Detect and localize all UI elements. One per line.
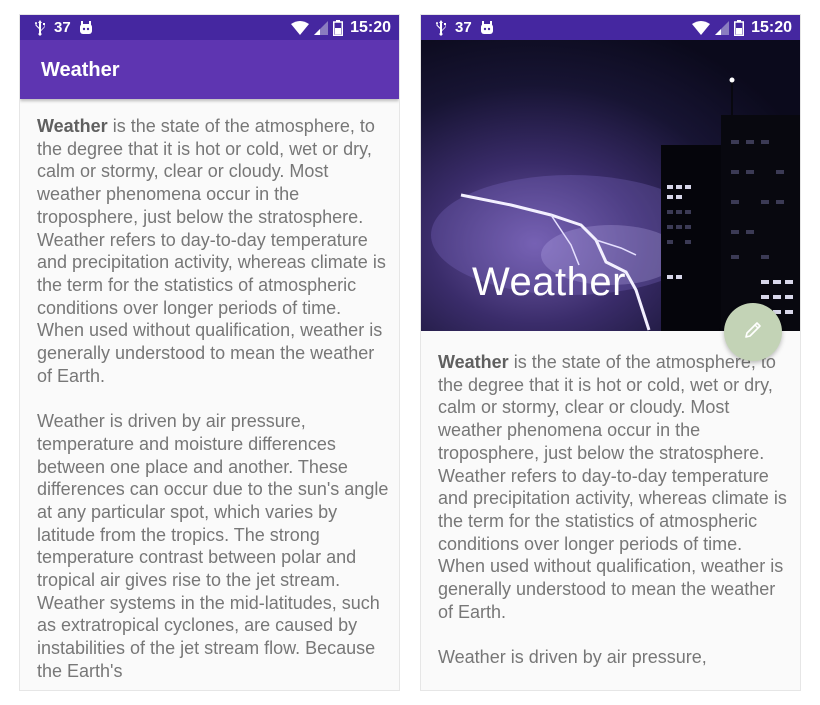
article-paragraph-text: is the state of the atmosphere, to the d… <box>37 116 386 386</box>
status-bar: 37 15:20 <box>20 15 399 40</box>
battery-icon <box>734 19 745 36</box>
clock: 15:20 <box>751 18 792 36</box>
notification-count: 37 <box>455 19 472 36</box>
article-paragraph: Weather is the state of the atmosphere, … <box>37 115 389 387</box>
header-image-lightning-storm: Weather <box>421 40 800 331</box>
hero-title: Weather <box>472 260 626 304</box>
android-icon <box>79 21 93 34</box>
usb-icon <box>34 19 46 36</box>
cell-signal-icon <box>715 20 730 35</box>
article-paragraph: Weather is the state of the atmosphere, … <box>438 351 790 623</box>
article-paragraph-text: is the state of the atmosphere, to the d… <box>438 352 787 622</box>
phone-screen-toolbar-variant: 37 15:20 Weather Weather is the state of… <box>20 15 399 690</box>
article-paragraph: Weather is driven by air pressure, <box>438 647 707 668</box>
phone-screen-collapsing-header-variant: 37 15:20 Weather Weather is the state of… <box>421 15 800 690</box>
article-paragraph: Weather is driven by air pressure, tempe… <box>37 411 389 681</box>
edit-fab[interactable] <box>724 303 782 361</box>
article-term: Weather <box>37 116 108 136</box>
notification-count: 37 <box>54 19 71 36</box>
pencil-icon <box>742 319 764 346</box>
wifi-icon <box>291 20 310 35</box>
cell-signal-icon <box>314 20 329 35</box>
clock: 15:20 <box>350 18 391 36</box>
article-term: Weather <box>438 352 509 372</box>
wifi-icon <box>692 20 711 35</box>
app-toolbar: Weather <box>20 40 399 99</box>
battery-icon <box>333 19 344 36</box>
toolbar-title: Weather <box>41 59 120 81</box>
android-icon <box>480 21 494 34</box>
status-bar: 37 15:20 <box>421 15 800 40</box>
article-body[interactable]: Weather is the state of the atmosphere, … <box>37 115 389 690</box>
usb-icon <box>435 19 447 36</box>
article-body[interactable]: Weather is the state of the atmosphere, … <box>438 351 790 690</box>
